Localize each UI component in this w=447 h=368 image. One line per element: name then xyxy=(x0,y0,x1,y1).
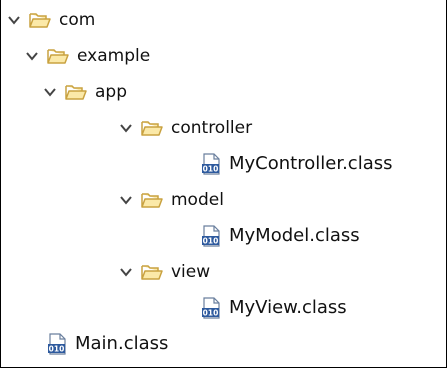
chevron-down-icon[interactable] xyxy=(43,85,57,99)
tree-node-label: controller xyxy=(171,117,253,138)
svg-text:010: 010 xyxy=(203,237,219,246)
tree-row-model: model xyxy=(1,182,446,218)
tree-node-controller[interactable]: controller xyxy=(119,110,252,146)
class-file-icon: 010 xyxy=(201,297,223,319)
folder-open-icon xyxy=(47,47,69,65)
class-file-icon: 010 xyxy=(201,153,223,175)
tree-node-label: MyModel.class xyxy=(229,225,360,246)
tree-row-main-class: 010 Main.class xyxy=(1,326,446,362)
tree-row-mycontroller-class: 010 MyController.class xyxy=(1,146,446,182)
tree-node-com[interactable]: com xyxy=(7,2,95,38)
tree-node-label: MyView.class xyxy=(229,297,347,318)
tree-row-mymodel-class: 010 MyModel.class xyxy=(1,218,446,254)
folder-open-icon xyxy=(65,83,87,101)
folder-open-icon xyxy=(141,263,163,281)
tree-row-controller: controller xyxy=(1,110,446,146)
svg-text:010: 010 xyxy=(203,165,219,174)
tree-node-myview-class[interactable]: 010 MyView.class xyxy=(201,290,347,326)
chevron-down-icon[interactable] xyxy=(119,121,133,135)
tree-row-myview-class: 010 MyView.class xyxy=(1,290,446,326)
folder-open-icon xyxy=(141,191,163,209)
tree-row-example: example xyxy=(1,38,446,74)
class-file-icon: 010 xyxy=(47,333,69,355)
tree-row-com: com xyxy=(1,2,446,38)
tree-node-label: view xyxy=(171,261,211,282)
tree-node-example[interactable]: example xyxy=(25,38,150,74)
tree-row-app: app xyxy=(1,74,446,110)
tree-node-mymodel-class[interactable]: 010 MyModel.class xyxy=(201,218,360,254)
svg-text:010: 010 xyxy=(203,309,219,318)
tree-node-label: MyController.class xyxy=(229,153,393,174)
tree-node-mycontroller-class[interactable]: 010 MyController.class xyxy=(201,146,392,182)
tree-node-label: com xyxy=(59,9,96,30)
folder-open-icon xyxy=(141,119,163,137)
tree-node-app[interactable]: app xyxy=(43,74,127,110)
tree-node-label: app xyxy=(95,81,127,102)
svg-text:010: 010 xyxy=(49,345,65,354)
tree-node-label: example xyxy=(77,45,151,66)
tree-node-view[interactable]: view xyxy=(119,254,210,290)
tree-row-view: view xyxy=(1,254,446,290)
package-tree: com example app controller 010 MyControl… xyxy=(1,0,446,367)
class-file-icon: 010 xyxy=(201,225,223,247)
chevron-down-icon[interactable] xyxy=(119,265,133,279)
tree-node-label: Main.class xyxy=(75,333,169,354)
chevron-down-icon[interactable] xyxy=(7,13,21,27)
tree-node-label: model xyxy=(171,189,224,210)
tree-node-main-class[interactable]: 010 Main.class xyxy=(47,326,168,362)
chevron-down-icon[interactable] xyxy=(25,49,39,63)
tree-node-model[interactable]: model xyxy=(119,182,224,218)
package-explorer-panel: com example app controller 010 MyControl… xyxy=(0,0,447,368)
chevron-down-icon[interactable] xyxy=(119,193,133,207)
folder-open-icon xyxy=(29,11,51,29)
